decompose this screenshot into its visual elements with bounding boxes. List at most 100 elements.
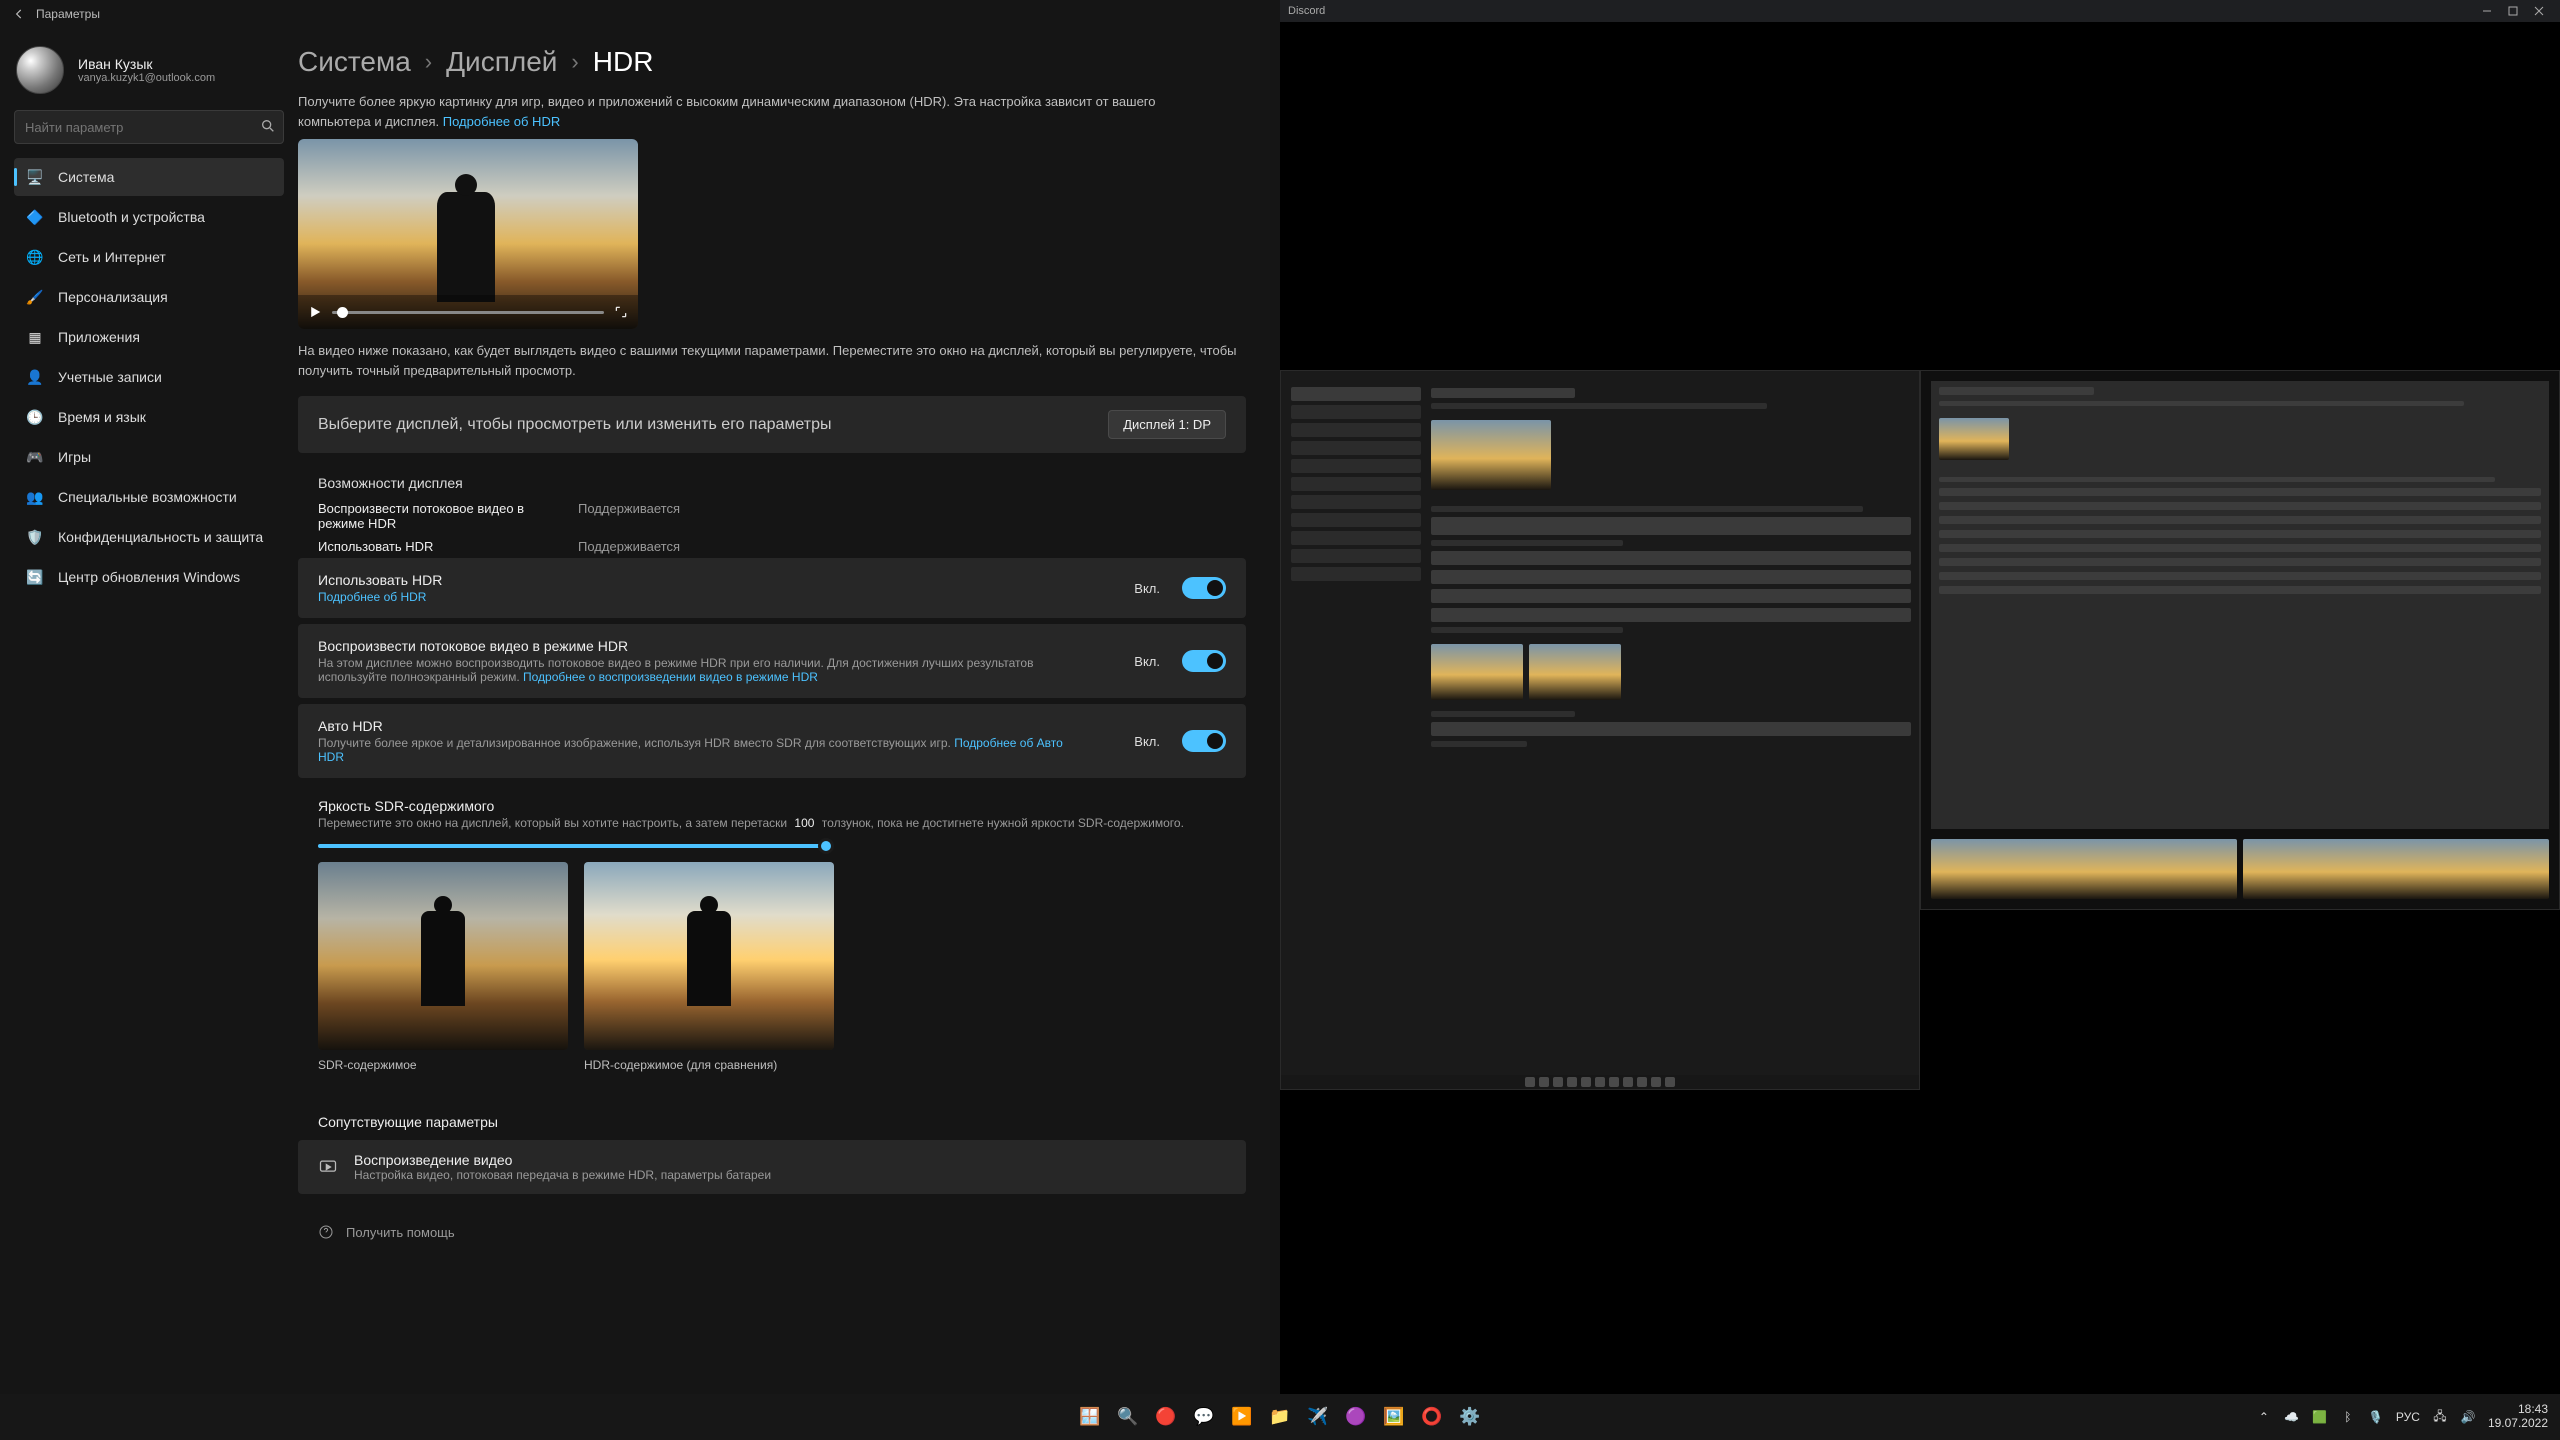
sidebar-item-gaming[interactable]: 🎮Игры bbox=[14, 438, 284, 476]
sidebar-item-label: Персонализация bbox=[58, 289, 168, 305]
sidebar-item-label: Приложения bbox=[58, 329, 140, 345]
tray-mic-icon[interactable]: 🎙️ bbox=[2368, 1409, 2384, 1425]
play-icon[interactable] bbox=[308, 305, 322, 319]
capability-key: Воспроизвести потоковое видео в режиме H… bbox=[318, 501, 548, 531]
taskbar-app-explorer[interactable]: 📁 bbox=[1266, 1403, 1294, 1431]
sdr-brightness-card: Яркость SDR-содержимого Переместите это … bbox=[298, 784, 1246, 1090]
taskbar-app-whatsapp[interactable]: 💬 bbox=[1190, 1403, 1218, 1431]
discord-title: Discord bbox=[1288, 5, 1325, 17]
capability-value: Поддерживается bbox=[578, 539, 680, 554]
tray-bluetooth-icon[interactable]: ᛒ bbox=[2340, 1409, 2356, 1425]
system-icon: 🖥️ bbox=[26, 168, 44, 186]
tray-network-icon[interactable]: 🖧 bbox=[2432, 1409, 2448, 1425]
toggle-state: Вкл. bbox=[1134, 654, 1160, 669]
content[interactable]: Система › Дисплей › HDR Получите более я… bbox=[298, 28, 1280, 1440]
sidebar-item-personalization[interactable]: 🖌️ Персонализация bbox=[14, 278, 284, 316]
related-video-playback[interactable]: Воспроизведение видео Настройка видео, п… bbox=[298, 1140, 1246, 1194]
tray-date: 19.07.2022 bbox=[2488, 1417, 2548, 1431]
toggle-title: Авто HDR bbox=[318, 718, 1118, 734]
intro-link[interactable]: Подробнее об HDR bbox=[443, 114, 560, 129]
preview-caption: На видео ниже показано, как будет выгляд… bbox=[298, 341, 1246, 380]
toggle-switch[interactable] bbox=[1182, 577, 1226, 599]
fullscreen-icon[interactable] bbox=[614, 305, 628, 319]
back-icon[interactable] bbox=[12, 7, 26, 21]
help-label: Получить помощь bbox=[346, 1225, 455, 1240]
search-input[interactable] bbox=[14, 110, 284, 144]
toggle-link[interactable]: Подробнее о воспроизведении видео в режи… bbox=[523, 670, 818, 684]
taskbar-app-opera[interactable]: ⭕ bbox=[1418, 1403, 1446, 1431]
search-icon[interactable] bbox=[260, 118, 276, 134]
window-title: Параметры bbox=[36, 7, 100, 21]
toggle-title: Использовать HDR bbox=[318, 572, 1118, 588]
get-help[interactable]: Получить помощь bbox=[298, 1200, 1246, 1280]
intro-body: Получите более яркую картинку для игр, в… bbox=[298, 94, 1156, 129]
video-playback-icon bbox=[318, 1157, 338, 1177]
hdr-thumb bbox=[584, 862, 834, 1050]
sidebar-item-update[interactable]: 🔄Центр обновления Windows bbox=[14, 558, 284, 596]
user-name: Иван Кузык bbox=[78, 56, 215, 72]
capability-row: Использовать HDR Поддерживается bbox=[298, 535, 1246, 558]
sdr-value: 100 bbox=[794, 816, 814, 830]
sidebar-item-apps[interactable]: ▦Приложения bbox=[14, 318, 284, 356]
tray-language[interactable]: РУС bbox=[2396, 1410, 2420, 1424]
capabilities-block: Возможности дисплея Воспроизвести потоко… bbox=[298, 459, 1246, 558]
time-icon: 🕒 bbox=[26, 408, 44, 426]
sidebar-item-accessibility[interactable]: 👥Специальные возможности bbox=[14, 478, 284, 516]
taskbar-app-settings[interactable]: ⚙️ bbox=[1456, 1403, 1484, 1431]
taskbar-app-asana[interactable]: 🔴 bbox=[1152, 1403, 1180, 1431]
discord-content[interactable] bbox=[1280, 22, 2560, 1440]
sidebar-item-network[interactable]: 🌐Сеть и Интернет bbox=[14, 238, 284, 276]
toggle-state: Вкл. bbox=[1134, 581, 1160, 596]
personalization-icon: 🖌️ bbox=[26, 288, 44, 306]
user-block[interactable]: Иван Кузык vanya.kuzyk1@outlook.com bbox=[14, 42, 284, 104]
preview-figure bbox=[437, 192, 495, 302]
sdr-slider[interactable] bbox=[318, 844, 828, 848]
taskbar-app-discord[interactable]: 🟣 bbox=[1342, 1403, 1370, 1431]
progress-knob[interactable] bbox=[337, 307, 348, 318]
toggle-title: Воспроизвести потоковое видео в режиме H… bbox=[318, 638, 1118, 654]
user-email: vanya.kuzyk1@outlook.com bbox=[78, 72, 215, 84]
slider-handle[interactable] bbox=[818, 838, 834, 854]
select-display-card: Выберите дисплей, чтобы просмотреть или … bbox=[298, 396, 1246, 453]
toggle-use-hdr: Использовать HDR Подробнее об HDR Вкл. bbox=[298, 558, 1246, 618]
taskbar-app-photos[interactable]: 🖼️ bbox=[1380, 1403, 1408, 1431]
video-progress[interactable] bbox=[332, 311, 604, 314]
chevron-right-icon: › bbox=[425, 49, 432, 75]
toggle-switch[interactable] bbox=[1182, 730, 1226, 752]
toggle-switch[interactable] bbox=[1182, 650, 1226, 672]
tray-clock[interactable]: 18:43 19.07.2022 bbox=[2488, 1403, 2548, 1431]
toggle-link[interactable]: Подробнее об HDR bbox=[318, 590, 426, 604]
capability-value: Поддерживается bbox=[578, 501, 680, 516]
breadcrumb-display[interactable]: Дисплей bbox=[446, 46, 557, 78]
minimize-button[interactable] bbox=[2474, 0, 2500, 22]
settings-window: Параметры Иван Кузык vanya.kuzyk1@outloo… bbox=[0, 0, 1280, 1440]
close-button[interactable] bbox=[2526, 0, 2552, 22]
sidebar-item-label: Центр обновления Windows bbox=[58, 569, 240, 585]
tray-onedrive-icon[interactable]: ☁️ bbox=[2284, 1409, 2300, 1425]
compare-labels: SDR-содержимое HDR-содержимое (для сравн… bbox=[318, 1058, 1226, 1072]
sdr-sub: Переместите это окно на дисплей, который… bbox=[318, 816, 1226, 830]
display-select[interactable]: Дисплей 1: DP bbox=[1108, 410, 1226, 439]
sdr-thumb bbox=[318, 862, 568, 1050]
select-display-label: Выберите дисплей, чтобы просмотреть или … bbox=[318, 416, 1108, 434]
start-button[interactable]: 🪟 bbox=[1076, 1403, 1104, 1431]
sidebar-item-bluetooth[interactable]: 🔷Bluetooth и устройства bbox=[14, 198, 284, 236]
sidebar-item-label: Время и язык bbox=[58, 409, 146, 425]
sidebar-item-accounts[interactable]: 👤Учетные записи bbox=[14, 358, 284, 396]
taskbar-app-telegram[interactable]: ✈️ bbox=[1304, 1403, 1332, 1431]
settings-body: Иван Кузык vanya.kuzyk1@outlook.com 🖥️Си… bbox=[0, 28, 1280, 1440]
search-button[interactable]: 🔍 bbox=[1114, 1403, 1142, 1431]
sidebar-item-system[interactable]: 🖥️Система bbox=[14, 158, 284, 196]
discord-titlebar: Discord bbox=[1280, 0, 2560, 22]
tray-chevron-up-icon[interactable]: ⌃ bbox=[2256, 1409, 2272, 1425]
sidebar-item-timelang[interactable]: 🕒 Время и язык bbox=[14, 398, 284, 436]
breadcrumb-system[interactable]: Система bbox=[298, 46, 411, 78]
tray-volume-icon[interactable]: 🔊 bbox=[2460, 1409, 2476, 1425]
sidebar-item-privacy[interactable]: 🛡️Конфиденциальность и защита bbox=[14, 518, 284, 556]
breadcrumb-hdr: HDR bbox=[593, 46, 654, 78]
system-tray: ⌃ ☁️ 🟩 ᛒ 🎙️ РУС 🖧 🔊 18:43 19.07.2022 bbox=[2256, 1403, 2548, 1431]
maximize-button[interactable] bbox=[2500, 0, 2526, 22]
taskbar-app-media[interactable]: ▶️ bbox=[1228, 1403, 1256, 1431]
tray-nvidia-icon[interactable]: 🟩 bbox=[2312, 1409, 2328, 1425]
sidebar: Иван Кузык vanya.kuzyk1@outlook.com 🖥️Си… bbox=[0, 28, 298, 1440]
